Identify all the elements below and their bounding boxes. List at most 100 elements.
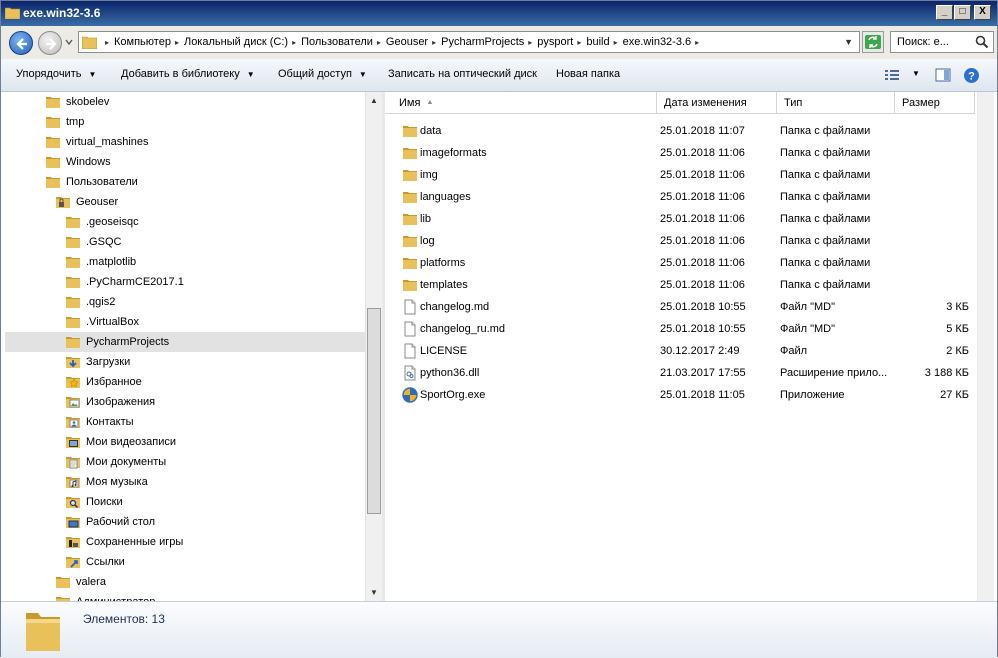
search-icon[interactable] <box>975 35 989 49</box>
scroll-up-icon[interactable]: ▲ <box>366 92 382 109</box>
scroll-thumb[interactable] <box>367 308 381 514</box>
file-row[interactable]: img 25.01.2018 11:06 Папка с файлами <box>385 164 975 186</box>
nav-scrollbar[interactable]: ▲ ▼ <box>365 92 382 601</box>
tree-item[interactable]: Изображения <box>5 392 365 412</box>
tree-item[interactable]: Мои видеозаписи <box>5 432 365 452</box>
tree-item-label: .PyCharmCE2017.1 <box>86 276 184 288</box>
refresh-button[interactable] <box>862 31 884 53</box>
folder-icon <box>65 274 81 290</box>
breadcrumb-item[interactable]: ▸ Пользователи <box>288 36 373 48</box>
tree-item[interactable]: Избранное <box>5 372 365 392</box>
breadcrumb-item[interactable]: ▸ pysport <box>524 36 573 48</box>
tree-item[interactable]: PycharmProjects <box>5 332 365 352</box>
tree-item[interactable]: virtual_mashines <box>5 132 365 152</box>
address-bar[interactable]: ▸ Компьютер ▸ Локальный диск (C:) ▸ Пользоват… <box>78 31 860 53</box>
file-row[interactable]: imageformats 25.01.2018 11:06 Папка с файл… <box>385 142 975 164</box>
title-bar[interactable]: exe.win32-3.6 _ □ X <box>1 1 997 26</box>
breadcrumb-item[interactable]: ▸ Локальный диск (C:) <box>171 36 288 48</box>
column-size[interactable]: Размер <box>895 92 975 114</box>
breadcrumb-label: Geouser <box>385 36 429 48</box>
tree-item[interactable]: Мои документы <box>5 452 365 472</box>
burn-button[interactable]: Записать на оптический диск <box>388 68 537 80</box>
tree-item[interactable]: Загрузки <box>5 352 365 372</box>
file-row[interactable]: log 25.01.2018 11:06 Папка с файлами <box>385 230 975 252</box>
tree-item[interactable]: Windows <box>5 152 365 172</box>
links-icon <box>65 554 81 570</box>
file-row[interactable]: changelog.md 25.01.2018 10:55 Файл "MD" 3 К… <box>385 296 975 318</box>
minimize-button[interactable]: _ <box>936 5 953 20</box>
tree-item[interactable]: skobelev <box>5 92 365 112</box>
chevron-right-icon[interactable]: ▸ <box>105 38 109 47</box>
tree-item[interactable]: .VirtualBox <box>5 312 365 332</box>
tree-item[interactable]: valera <box>5 572 365 592</box>
tree-item[interactable]: Geouser <box>5 192 365 212</box>
close-button[interactable]: X <box>974 5 991 20</box>
file-row[interactable]: templates 25.01.2018 11:06 Папка с файлами <box>385 274 975 296</box>
view-options-icon[interactable] <box>884 68 900 82</box>
chevron-right-icon[interactable]: ▸ <box>292 38 296 47</box>
chevron-right-icon[interactable]: ▸ <box>175 38 179 47</box>
organize-button[interactable]: Упорядочить ▼ <box>16 68 96 80</box>
preview-pane-icon[interactable] <box>935 67 951 83</box>
chevron-right-icon[interactable]: ▸ <box>695 38 699 47</box>
file-row[interactable]: changelog_ru.md 25.01.2018 10:55 Файл "MD"… <box>385 318 975 340</box>
file-row[interactable]: python36.dll 21.03.2017 17:55 Расширение п… <box>385 362 975 384</box>
breadcrumb-item[interactable]: ▸ Geouser <box>373 36 428 48</box>
tree-item[interactable]: .qgis2 <box>5 292 365 312</box>
scroll-down-icon[interactable]: ▼ <box>366 584 382 601</box>
tree-item[interactable]: tmp <box>5 112 365 132</box>
breadcrumb-label: PycharmProjects <box>441 36 525 48</box>
navigation-pane[interactable]: skobelev tmp virtual_mashines Windows Пользо… <box>5 92 382 601</box>
folder-icon <box>26 613 60 651</box>
tree-item[interactable]: Поиски <box>5 492 365 512</box>
tree-item[interactable]: .GSQC <box>5 232 365 252</box>
column-type[interactable]: Тип <box>777 92 895 114</box>
tree-item[interactable]: Моя музыка <box>5 472 365 492</box>
file-name: languages <box>420 191 471 203</box>
tree-item[interactable]: Рабочий стол <box>5 512 365 532</box>
back-button[interactable] <box>9 31 33 55</box>
forward-button[interactable] <box>38 31 62 55</box>
content-scrollbar[interactable] <box>977 92 994 601</box>
search-box[interactable] <box>890 31 994 53</box>
chevron-right-icon[interactable]: ▸ <box>377 38 381 47</box>
folder-icon <box>402 189 418 205</box>
breadcrumb-item[interactable]: ▸ PycharmProjects <box>428 36 524 48</box>
file-row[interactable]: platforms 25.01.2018 11:06 Папка с файлами <box>385 252 975 274</box>
tree-item[interactable]: .PyCharmCE2017.1 <box>5 272 365 292</box>
breadcrumb-item[interactable]: ▸ build <box>573 36 609 48</box>
breadcrumb-item[interactable]: ▸ Компьютер <box>101 36 171 48</box>
new-folder-button[interactable]: Новая папка <box>556 68 620 80</box>
search-input[interactable] <box>895 33 971 51</box>
history-dropdown-icon[interactable] <box>64 37 74 47</box>
chevron-right-icon[interactable]: ▸ <box>528 38 532 47</box>
add-to-library-button[interactable]: Добавить в библиотеку ▼ <box>121 68 255 80</box>
tree-item[interactable]: Ссылки <box>5 552 365 572</box>
chevron-down-icon[interactable]: ▼ <box>912 69 920 78</box>
chevron-right-icon[interactable]: ▸ <box>577 38 581 47</box>
file-row[interactable]: data 25.01.2018 11:07 Папка с файлами <box>385 120 975 142</box>
chevron-right-icon[interactable]: ▸ <box>614 38 618 47</box>
tree-item-label: virtual_mashines <box>66 136 149 148</box>
column-date[interactable]: Дата изменения <box>657 92 777 114</box>
breadcrumb-label: exe.win32-3.6 <box>622 36 692 48</box>
tree-item[interactable]: .geoseisqc <box>5 212 365 232</box>
tree-item[interactable]: Пользователи <box>5 172 365 192</box>
maximize-button[interactable]: □ <box>954 5 971 20</box>
refresh-icon <box>865 35 881 49</box>
tree-item[interactable]: Администратор <box>5 592 365 601</box>
tree-item[interactable]: Сохраненные игры <box>5 532 365 552</box>
file-row[interactable]: SportOrg.exe 25.01.2018 11:05 Приложение 27… <box>385 384 975 406</box>
file-row[interactable]: languages 25.01.2018 11:06 Папка с файлами <box>385 186 975 208</box>
file-row[interactable]: lib 25.01.2018 11:06 Папка с файлами <box>385 208 975 230</box>
file-type: Расширение прило... <box>780 367 888 379</box>
tree-item[interactable]: .matplotlib <box>5 252 365 272</box>
share-button[interactable]: Общий доступ ▼ <box>278 68 367 80</box>
file-row[interactable]: LICENSE 30.12.2017 2:49 Файл 2 КБ <box>385 340 975 362</box>
tree-item[interactable]: Контакты <box>5 412 365 432</box>
chevron-right-icon[interactable]: ▸ <box>432 38 436 47</box>
column-name[interactable]: Имя ▲ <box>392 92 657 114</box>
help-icon[interactable]: ? <box>963 67 980 84</box>
chevron-down-icon[interactable]: ▼ <box>844 37 853 47</box>
breadcrumb-item[interactable]: ▸ exe.win32-3.6 <box>610 36 692 48</box>
